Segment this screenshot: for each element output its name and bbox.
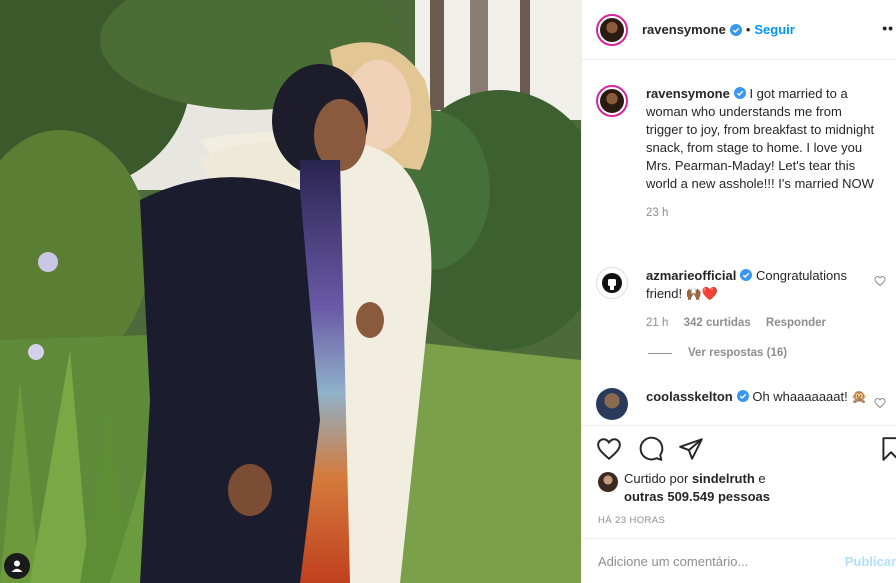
comment-like-heart-icon[interactable] — [874, 397, 886, 409]
comment-meta: 21 h 342 curtidas Responder — [646, 317, 868, 329]
add-comment-input[interactable]: Adicione um comentário... — [598, 554, 748, 569]
caption-username[interactable]: ravensymone — [646, 86, 730, 101]
comment-time[interactable]: 21 h — [646, 317, 668, 329]
comment-bubble-icon[interactable] — [638, 436, 664, 462]
comment-username[interactable]: azmarieofficial — [646, 268, 736, 283]
liker-avatar[interactable] — [598, 472, 618, 492]
author-avatar[interactable] — [596, 13, 628, 46]
verified-badge-icon — [733, 87, 746, 99]
separator-dot: • — [745, 22, 751, 37]
replies-divider — [648, 352, 672, 354]
post-photo[interactable] — [0, 0, 581, 583]
author-info: ravensymone • Seguir — [642, 22, 795, 37]
user-tag-button[interactable] — [4, 553, 30, 579]
heart-icon[interactable] — [596, 436, 622, 462]
post-side-panel: ravensymone • Seguir •• ravensymone I go… — [581, 0, 896, 583]
view-replies-label: Ver respostas (16) — [688, 347, 788, 359]
more-options-button[interactable]: •• — [882, 20, 894, 36]
likes-summary: Curtido por sindelruth e outras 509.549 … — [598, 470, 794, 506]
comment-username[interactable]: coolasskelton — [646, 389, 733, 404]
post-actions — [582, 425, 896, 474]
likes-prefix: Curtido por — [624, 471, 689, 486]
bookmark-icon[interactable] — [878, 436, 896, 462]
verified-badge-icon — [736, 390, 749, 402]
add-comment-bar: Adicione um comentário... Publicar — [582, 538, 896, 583]
commenter-avatar[interactable] — [596, 267, 628, 299]
caption-avatar[interactable] — [596, 85, 628, 117]
caption: ravensymone I got married to a woman who… — [596, 85, 896, 219]
post-timestamp[interactable]: HÁ 23 HORAS — [598, 515, 665, 526]
liker-username[interactable]: sindelruth — [692, 471, 755, 486]
fist-logo-icon — [602, 273, 622, 293]
likes-joiner: e — [758, 471, 766, 486]
user-tag-icon — [11, 560, 23, 572]
commenter-avatar[interactable] — [596, 388, 628, 420]
post-header: ravensymone • Seguir •• — [582, 0, 896, 60]
comment-likes[interactable]: 342 curtidas — [684, 317, 751, 329]
reply-button[interactable]: Responder — [766, 317, 826, 329]
publish-button[interactable]: Publicar — [845, 554, 896, 569]
comment: azmarieofficial Congratulations friend! … — [596, 267, 896, 329]
comment-text-block: coolasskelton Oh whaaaaaaat! 🙊 — [646, 388, 868, 420]
comment-like-heart-icon[interactable] — [874, 275, 886, 287]
paper-plane-icon[interactable] — [678, 436, 704, 462]
caption-text: I got married to a woman who understands… — [646, 86, 875, 191]
comments-area: ravensymone I got married to a woman who… — [582, 61, 896, 424]
author-username[interactable]: ravensymone — [642, 22, 726, 37]
likes-count[interactable]: outras 509.549 pessoas — [624, 489, 770, 504]
follow-button[interactable]: Seguir — [754, 22, 794, 37]
caption-text-block: ravensymone I got married to a woman who… — [646, 85, 882, 193]
view-replies-button[interactable]: Ver respostas (16) — [648, 347, 787, 359]
caption-meta: 23 h — [646, 207, 882, 219]
verified-badge-icon — [740, 269, 753, 281]
photo-illustration — [0, 0, 581, 583]
verified-badge-icon — [729, 23, 742, 36]
comment-text-block: azmarieofficial Congratulations friend! … — [646, 267, 868, 303]
caption-time[interactable]: 23 h — [646, 207, 668, 219]
comment-text: Oh whaaaaaaat! 🙊 — [752, 389, 868, 404]
comment: coolasskelton Oh whaaaaaaat! 🙊 — [596, 388, 896, 420]
